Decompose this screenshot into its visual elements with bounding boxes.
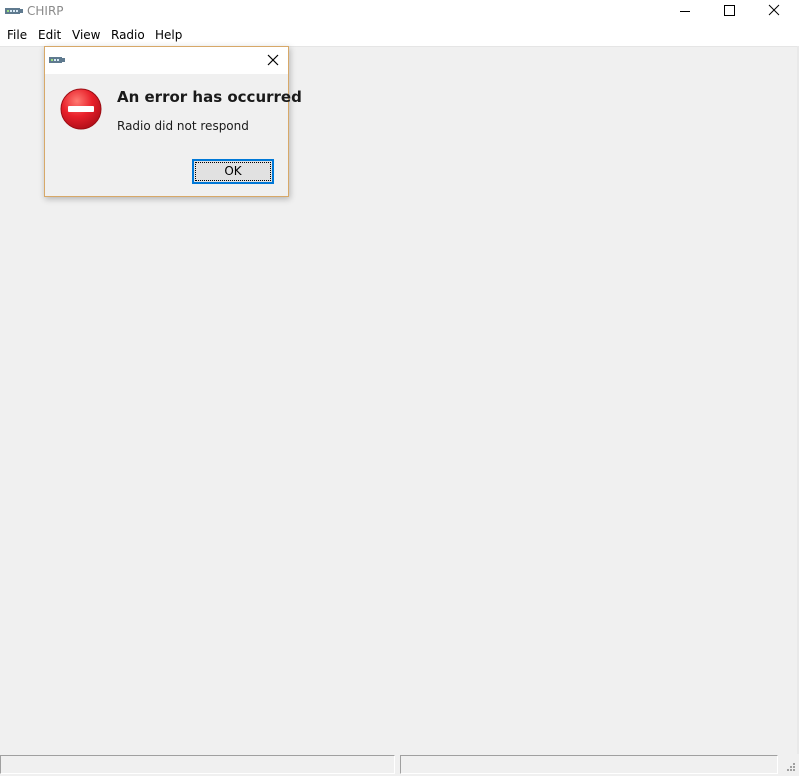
error-dialog: An error has occurred Radio did not resp… — [44, 46, 302, 197]
resize-grip-icon[interactable] — [784, 760, 796, 772]
error-icon — [60, 88, 102, 130]
dialog-message: Radio did not respond — [117, 119, 249, 133]
menu-edit[interactable]: Edit — [37, 28, 62, 43]
radio-app-icon — [5, 8, 23, 14]
window-titlebar[interactable]: CHIRP — [0, 0, 799, 25]
dialog-heading: An error has occurred — [117, 88, 302, 106]
menubar: File Edit View Radio Help — [0, 25, 799, 47]
close-icon — [267, 54, 279, 66]
menu-file[interactable]: File — [6, 28, 28, 43]
close-window-button[interactable] — [752, 0, 797, 25]
radio-app-icon — [49, 57, 65, 63]
maximize-button[interactable] — [707, 0, 752, 25]
status-pane-left — [0, 755, 395, 774]
menu-view[interactable]: View — [71, 28, 101, 43]
maximize-icon — [724, 5, 735, 16]
dialog-close-button[interactable] — [259, 47, 288, 74]
ok-button-label: OK — [224, 164, 242, 178]
minimize-button[interactable] — [663, 0, 708, 25]
close-icon — [768, 4, 780, 16]
ok-button[interactable]: OK — [192, 159, 274, 184]
minimize-icon — [680, 11, 690, 12]
menu-help[interactable]: Help — [154, 28, 183, 43]
menu-radio[interactable]: Radio — [110, 28, 146, 43]
window-title: CHIRP — [27, 4, 64, 18]
status-pane-right — [400, 755, 778, 774]
status-bar — [0, 754, 799, 776]
dialog-titlebar[interactable] — [45, 47, 288, 74]
